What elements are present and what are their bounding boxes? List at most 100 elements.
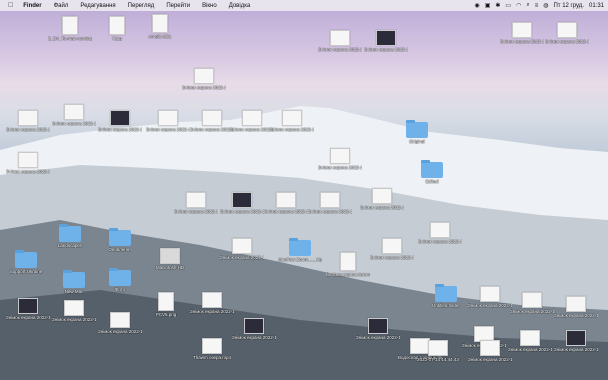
desktop-item[interactable]: Знімок екрана 2022-10...17.43.37 — [146, 110, 190, 132]
desktop-item[interactable]: Support Ukraine — [4, 250, 48, 274]
menu-bar:  Finder Файл Редагування Перегляд Перей… — [0, 0, 608, 11]
desktop-item[interactable]: Знімок екрана 2022-10...17.48.28 — [270, 110, 314, 132]
folder-icon — [59, 224, 81, 242]
desktop-item[interactable]: Landscapes — [48, 224, 92, 248]
desktop-item-label: Знімок екрана 2022-12...8.22.29 — [418, 239, 462, 244]
desktop-item[interactable]: New Mac — [52, 270, 96, 294]
desktop-item[interactable]: Знімок екрана 2022-10...16.25.37 — [230, 110, 274, 132]
desktop-item[interactable]: Фото — [98, 268, 142, 292]
desktop-item-label: Знімок екрана 2022-10...16.46.35 — [174, 209, 218, 214]
desktop-item[interactable]: Знімок екрана 2022-10...16.47.42 — [264, 192, 308, 214]
desktop-item[interactable]: Знімок екрана 2022-12...17.12.37 — [468, 340, 512, 362]
desktop-item[interactable]: Знімок екрана 2022-12...8.22.29 — [418, 222, 462, 244]
menu-view[interactable]: Перегляд — [122, 3, 161, 9]
desktop-item-label: Знімок екрана 2022-12...17.12.37 — [468, 357, 512, 362]
desktop-item[interactable]: Знімок екрана 2022-10...14.46.16 — [98, 110, 142, 132]
folder-icon — [421, 160, 443, 178]
desktop-item[interactable]: 5_D4_To-mac-running-..._576.avif — [48, 16, 92, 41]
desktop-item[interactable]: Знімок екрана 2022-10...16.48.32 — [220, 238, 264, 260]
menu-help[interactable]: Довідка — [223, 3, 257, 9]
screenshot-thumbnail-icon — [194, 68, 214, 84]
desktop-item[interactable]: Знімок екрана 2022-10...17.43.39 — [190, 110, 234, 132]
desktop-item[interactable]: Знімок екрана 2022-12...18.52.05 — [554, 330, 598, 352]
desktop-item-label: Знімок екрана 2022-10...16.37.25 — [52, 121, 96, 126]
desktop-item[interactable]: Знімок екрана 2022-12...17.45.43 — [510, 292, 554, 314]
desktop-item[interactable]: Знімок екрана 2022-10...16.37.25 — [52, 104, 96, 126]
bluetooth-icon[interactable]: ✱ — [495, 2, 500, 9]
menu-file[interactable]: Файл — [48, 3, 75, 9]
screenshot-thumbnail-icon — [428, 340, 448, 356]
desktop-item[interactable]: Edited — [410, 160, 454, 184]
desktop-item[interactable]: Знімок екрана 2022-12...18.48.31 — [370, 238, 414, 260]
menubar-date[interactable]: Пт 12 груд. — [553, 3, 584, 9]
desktop-item[interactable]: Знімок екрана 2022-12...17.57.38 — [98, 312, 142, 334]
desktop-item[interactable]: Знімок екрана 2022-12...14.02.51 — [545, 22, 589, 44]
desktop-item[interactable]: Thawm озера.mp4 — [190, 338, 234, 360]
screenshot-thumbnail-icon — [566, 330, 586, 346]
screenshot-thumbnail-icon — [158, 110, 178, 126]
status-app-icon[interactable]: ◉ — [474, 2, 479, 9]
desktop-item-label: Знімок екрана 2022-12...01.40.38 — [190, 309, 234, 314]
desktop-item[interactable]: Знімок екрана 2022-12...11.15.02 — [554, 296, 598, 318]
desktop-item[interactable]: Знімок екрана 2022-10...19.41.27 — [6, 152, 50, 174]
camera-icon[interactable]: ▣ — [485, 2, 491, 9]
desktop-item[interactable]: Знімок екрана 2022-12...01.40.38 — [190, 292, 234, 314]
desktop-item[interactable]: 7.jpg — [95, 16, 139, 41]
desktop-item[interactable]: Знімок екрана 2022-12...17.10.36 — [360, 188, 404, 210]
desktop-item[interactable]: Оновлення — [98, 228, 142, 252]
desktop-item[interactable]: MacPaw Zoom_..._Крамов — [278, 238, 322, 262]
desktop-item[interactable]: Знімок екрана 2022-10...16.46.49 — [308, 192, 352, 214]
desktop-item-label: Фото — [114, 287, 126, 292]
desktop-item[interactable]: Знімок екрана 2022-12...01.26.56 — [364, 30, 408, 52]
menu-app-finder[interactable]: Finder — [17, 3, 47, 9]
control-center-icon[interactable]: ≡ — [535, 3, 539, 9]
desktop-item[interactable]: Знімок екрана 2022-12...17.57.54 — [52, 300, 96, 322]
desktop-item[interactable]: Вирізка екрана (ownrol).pdf — [326, 252, 370, 277]
desktop-item[interactable]: Amelia 8&1 — [138, 14, 182, 39]
desktop-item-label: Знімок екрана 2022-10...16.05.16 — [232, 335, 276, 340]
desktop-item-label: Знімок екрана 2022-10...17.48.28 — [270, 127, 314, 132]
menu-edit[interactable]: Редагування — [74, 3, 121, 9]
screenshot-thumbnail-icon — [330, 148, 350, 164]
desktop-item[interactable]: Знімок екрана 2022-10...18.31.45 — [182, 68, 226, 90]
menu-go[interactable]: Перейти — [160, 3, 196, 9]
desktop-item[interactable]: Macintosh HD — [148, 248, 192, 270]
desktop-item[interactable]: Знімок екрана 2022-10...16.06.50 — [6, 298, 50, 320]
desktop-item[interactable]: Знімок екрана 2022-12...21.52.40 — [356, 318, 400, 340]
desktop-item[interactable]: Знімок екрана 2022-12...13.49.52 — [468, 286, 512, 308]
desktop-item[interactable]: Знімок екрана 2022-10...14.48.58 — [318, 30, 362, 52]
desktop-item[interactable]: Знімок екрана 2022-10...16.05.16 — [232, 318, 276, 340]
battery-icon[interactable]: ▭ — [505, 2, 511, 9]
desktop-item[interactable]: Знімок екрана 2022-12...14.02.49 — [500, 22, 544, 44]
status-area: ◉ ▣ ✱ ▭ ◠ ⌕ ≡ ◍ Пт 12 груд. 01:31 — [474, 0, 604, 11]
screenshot-thumbnail-icon — [186, 192, 206, 208]
screenshot-thumbnail-icon — [330, 30, 350, 46]
search-icon[interactable]: ⌕ — [526, 2, 529, 9]
desktop-item[interactable]: PCV5.png — [144, 292, 188, 317]
desktop-item[interactable]: Знімок екрана 2022-12...12.13.59 — [508, 330, 552, 352]
screenshot-thumbnail-icon — [64, 300, 84, 316]
desktop-item[interactable]: Знімок екрана 2022-10...19.48.42 — [318, 148, 362, 170]
menubar-time[interactable]: 01:31 — [589, 3, 604, 9]
desktop-item[interactable]: Знімок екрана 2022-10...16.46.35 — [174, 192, 218, 214]
document-icon — [62, 16, 78, 35]
screenshot-thumbnail-icon — [480, 340, 500, 356]
desktop-item[interactable]: Знімок екрана 2022-10...16.47.08 — [220, 192, 264, 214]
screenshot-thumbnail-icon — [202, 338, 222, 354]
screenshot-thumbnail-icon — [368, 318, 388, 334]
desktop-item-label: Macintosh HD — [155, 265, 185, 270]
menu-window[interactable]: Вікно — [196, 3, 223, 9]
screenshot-thumbnail-icon — [372, 188, 392, 204]
screenshot-thumbnail-icon — [480, 286, 500, 302]
screenshot-thumbnail-icon — [382, 238, 402, 254]
desktop-item-label: Знімок екрана 2022-10...16.48.32 — [220, 255, 264, 260]
desktop-item[interactable]: Original — [395, 120, 439, 144]
desktop-item[interactable]: Untitled folder — [424, 284, 468, 308]
desktop-item[interactable]: 2022-07-14 14.44.43 — [416, 340, 460, 362]
screenshot-thumbnail-icon — [282, 110, 302, 126]
desktop-item[interactable]: Знімок екрана 2022-10...16.03.03 — [6, 110, 50, 132]
apple-menu-icon[interactable]:  — [0, 2, 17, 9]
desktop-item-label: Знімок екрана 2022-10...16.03.03 — [6, 127, 50, 132]
wifi-icon[interactable]: ◠ — [516, 2, 521, 9]
siri-icon[interactable]: ◍ — [543, 2, 548, 9]
